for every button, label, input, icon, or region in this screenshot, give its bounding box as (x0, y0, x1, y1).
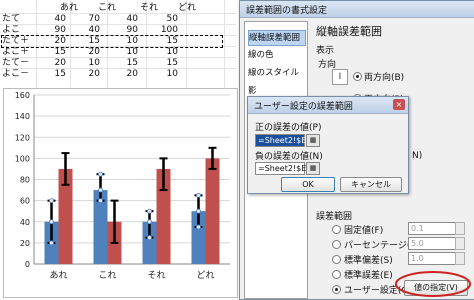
sidebar-item-line-color[interactable]: 線の色 (248, 48, 274, 62)
highlight-ellipse (395, 271, 471, 297)
sidebar-item-line-style[interactable]: 線のスタイル (248, 66, 299, 80)
x-tick-label: これ (98, 270, 116, 281)
minus-error-label: 負の誤差の値(N) (255, 152, 323, 162)
x-tick-label: どれ (196, 270, 214, 281)
chart-area[interactable]: 0 20 40 60 80 100 120 140 160 あれ これ それ どれ (3, 88, 238, 298)
fixed-value-label[interactable]: 固定値(F) (344, 223, 383, 236)
bar (205, 158, 220, 264)
y-tick-label: 100 (15, 154, 30, 163)
custom-error-bars-dialog[interactable]: ユーザー設定の誤差範囲 × 正の誤差の値(P) =Sheet2!$E ▦ 負の誤… (247, 96, 409, 194)
fixed-value-input[interactable]: 0.1 (408, 222, 456, 235)
selection-handle (98, 187, 103, 193)
selection-handle (196, 192, 201, 198)
bar-chart[interactable]: 0 20 40 60 80 100 120 140 160 あれ これ それ どれ (4, 89, 237, 297)
sidebar-item-vertical-error-bars[interactable]: 縦軸誤差範囲 (248, 30, 306, 46)
plus-error-input[interactable]: =Sheet2!$E (255, 134, 306, 147)
x-tick-label: それ (147, 270, 165, 281)
error-amount-label: 誤差範囲 (316, 212, 353, 222)
table-cell[interactable]: 10 (150, 69, 178, 80)
fixed-value-spinner[interactable] (455, 222, 465, 235)
y-tick-label: 140 (15, 112, 30, 121)
percentage-input[interactable]: 5.0 (408, 237, 456, 250)
plus-error-label: 正の誤差の値(P) (255, 123, 322, 133)
selection-handle (49, 240, 54, 246)
dialog-title: 誤差範囲の書式設定 (246, 6, 328, 16)
custom-radio[interactable] (332, 285, 341, 294)
fixed-value-radio[interactable] (332, 225, 341, 234)
direction-both-icon: I (332, 69, 348, 85)
std-dev-label[interactable]: 標準偏差(S) (344, 253, 393, 266)
table-cell[interactable]: 20 (72, 69, 100, 80)
y-tick-label: 60 (20, 197, 30, 206)
x-tick-label: あれ (49, 270, 67, 281)
selection-handle (98, 171, 103, 177)
titlebar: ユーザー設定の誤差範囲 × (248, 97, 408, 114)
close-icon[interactable]: × (393, 99, 405, 110)
cancel-button[interactable]: キャンセル (340, 177, 402, 192)
direction-minus-label[interactable]: N) (412, 151, 422, 161)
panel-heading: 縦軸誤差範囲 (316, 25, 382, 38)
range-select-icon[interactable]: ▦ (306, 162, 320, 175)
percentage-radio[interactable] (332, 240, 341, 249)
spreadsheet[interactable]: あれ これ それ どれ たて 40 70 40 50 よこ 90 40 90 100 たて＋ 20 15… (0, 0, 236, 88)
selection-handle (147, 235, 152, 240)
std-dev-radio[interactable] (332, 255, 341, 264)
table-cell[interactable]: 15 (38, 69, 66, 80)
selection-handle (49, 198, 54, 204)
y-tick-label: 20 (20, 239, 30, 248)
selection-handle (196, 208, 201, 214)
selection-handle (98, 198, 103, 204)
selection-handle (49, 219, 54, 225)
table-cell[interactable]: 20 (110, 69, 138, 80)
display-label: 表示 (316, 46, 335, 56)
y-tick-label: 160 (15, 91, 30, 100)
titlebar: 誤差範囲の書式設定 (240, 1, 474, 18)
std-error-radio[interactable] (332, 270, 341, 279)
range-select-icon[interactable]: ▦ (306, 134, 320, 147)
y-tick-label: 120 (15, 133, 30, 142)
copy-marquee (1, 35, 223, 48)
ok-button[interactable]: OK (281, 177, 335, 192)
std-dev-input[interactable]: 1.0 (408, 252, 456, 265)
y-tick-label: 0 (25, 260, 30, 269)
row-label[interactable]: よこ－ (2, 69, 29, 80)
direction-both-radio[interactable] (353, 72, 362, 81)
std-error-label[interactable]: 標準誤差(E) (344, 268, 393, 281)
direction-both-label[interactable]: 両方向(B) (364, 70, 404, 83)
y-tick-label: 40 (20, 218, 30, 227)
minus-error-input[interactable]: =Sheet2!$E (255, 162, 306, 175)
dialog-title: ユーザー設定の誤差範囲 (254, 102, 353, 112)
y-tick-label: 80 (20, 176, 30, 185)
percentage-spinner[interactable] (455, 237, 465, 250)
selection-handle (147, 208, 152, 214)
selection-handle (147, 219, 152, 225)
std-dev-spinner[interactable] (455, 252, 465, 265)
selection-handle (196, 224, 201, 230)
